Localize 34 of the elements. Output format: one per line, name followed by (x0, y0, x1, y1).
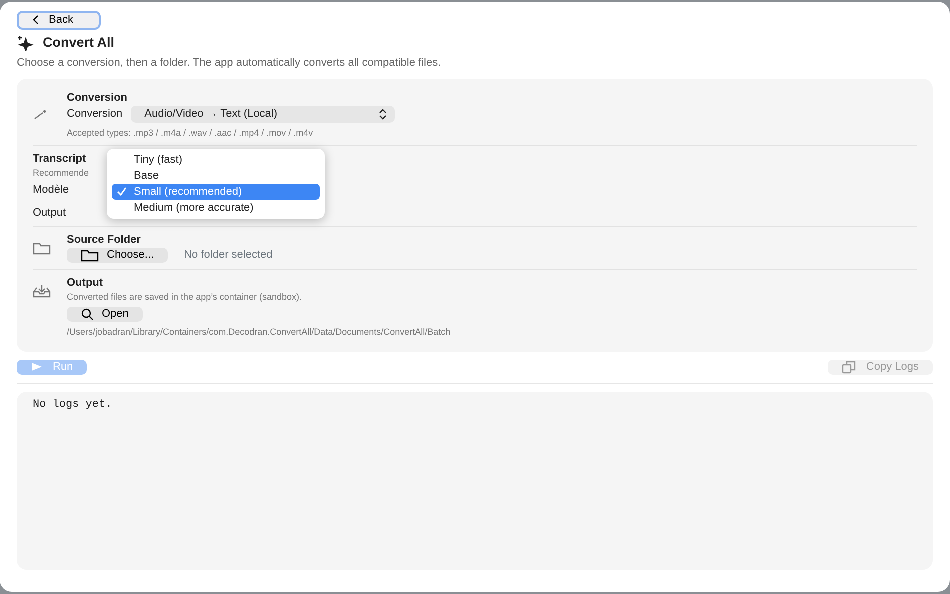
open-button[interactable]: Open (67, 307, 143, 322)
tray-download-icon (33, 284, 51, 298)
section-heading: Transcript (33, 152, 88, 167)
field-label: Modèle (33, 184, 70, 196)
search-icon (81, 308, 94, 321)
chevron-left-icon (33, 15, 39, 26)
sparkles-icon (17, 34, 35, 51)
menu-item[interactable]: Tiny (fast) (112, 152, 320, 168)
menu-item[interactable]: Base (112, 168, 320, 184)
field-label: Output (33, 206, 66, 219)
folder-icon (33, 242, 51, 254)
conversion-dropdown[interactable]: Audio/Video → Text (Local) (130, 106, 395, 123)
wand-icon (33, 108, 49, 120)
choose-button[interactable]: Choose... (67, 248, 168, 264)
page-title: Convert All (43, 34, 115, 52)
back-button[interactable]: Back (17, 11, 101, 30)
output-path: /Users/jobadran/Library/Containers/com.Decodran.ConvertAll/Data/Documents/ConvertAll/Batch (67, 326, 451, 338)
menu-item[interactable]: Medium (more accurate) (112, 200, 320, 216)
section-heading: Conversion (67, 90, 129, 106)
output-note: Converted files are saved in the app’s container (sandbox). (67, 290, 303, 304)
folder-status: No folder selected (184, 248, 273, 264)
menu-item[interactable]: Small (recommended) (112, 184, 320, 200)
accepted-types: Accepted types: .mp3 / .m4a / .wav / .aac / .mp4 / .mov / .m4v (67, 126, 314, 139)
updown-chevron-icon (378, 108, 387, 120)
section-heading: Output (67, 276, 104, 291)
play-icon (31, 362, 43, 372)
page-description: Choose a conversion, then a folder. The app automatically converts all compatible files. (17, 56, 442, 71)
folder-icon (81, 250, 99, 262)
copy-icon (842, 360, 856, 374)
field-label: Conversion (67, 106, 123, 122)
log-text: No logs yet. (33, 398, 112, 411)
checkmark-icon (117, 186, 127, 196)
section-heading: Source Folder (67, 233, 142, 248)
recommendation-note: Recommende (33, 166, 90, 179)
